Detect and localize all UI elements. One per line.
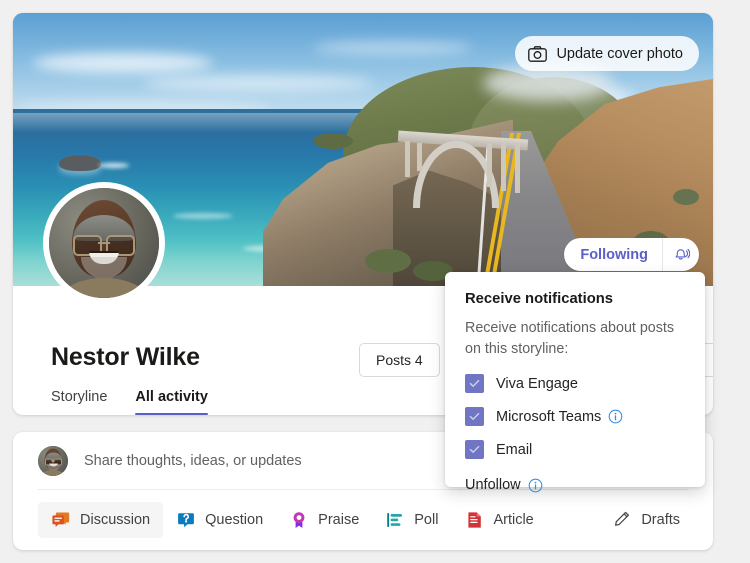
- page-title: Nestor Wilke: [51, 343, 200, 372]
- viva-engage-label: Viva Engage: [496, 376, 578, 392]
- profile-tabs: Storyline All activity: [51, 389, 208, 415]
- post-type-discussion-label: Discussion: [80, 512, 150, 528]
- post-type-row: Discussion Question Praise: [13, 490, 713, 550]
- article-icon: [464, 510, 484, 530]
- popup-title: Receive notifications: [465, 291, 685, 307]
- avatar[interactable]: [43, 182, 165, 304]
- camera-icon: [528, 46, 547, 62]
- bridge-pier: [515, 143, 520, 193]
- pencil-icon: [613, 510, 633, 530]
- update-cover-photo-label: Update cover photo: [556, 46, 683, 62]
- notification-option-label: Viva Engage: [496, 376, 578, 392]
- email-label: Email: [496, 442, 532, 458]
- bridge-pier: [417, 143, 422, 171]
- post-type-praise[interactable]: Praise: [276, 502, 372, 538]
- bridge-pier: [501, 143, 506, 191]
- post-type-discussion[interactable]: Discussion: [38, 502, 163, 538]
- notification-option-viva-engage[interactable]: Viva Engage: [465, 374, 685, 393]
- cloud: [143, 75, 373, 91]
- drafts-label: Drafts: [641, 512, 680, 528]
- checkbox-checked[interactable]: [465, 440, 484, 459]
- notification-option-email[interactable]: Email: [465, 440, 685, 459]
- popup-subtitle: Receive notifications about posts on thi…: [465, 318, 685, 359]
- notification-option-microsoft-teams[interactable]: Microsoft Teams: [465, 407, 685, 426]
- posts-count-label: Posts 4: [376, 352, 423, 368]
- unfollow-button[interactable]: Unfollow: [465, 477, 685, 493]
- receive-notifications-popup: Receive notifications Receive notificati…: [445, 272, 705, 487]
- praise-icon: [289, 510, 309, 530]
- avatar-small: [38, 446, 68, 476]
- cloud: [33, 53, 213, 73]
- microsoft-teams-label: Microsoft Teams: [496, 409, 601, 425]
- post-type-article-label: Article: [493, 512, 533, 528]
- shrub: [673, 189, 699, 205]
- info-icon[interactable]: [528, 478, 543, 493]
- post-type-article[interactable]: Article: [451, 502, 546, 538]
- bell-with-sound-icon[interactable]: [662, 238, 699, 271]
- sea-rock: [59, 155, 101, 171]
- notification-option-label: Email: [496, 442, 532, 458]
- avatar-glasses: [73, 235, 135, 252]
- discussion-icon: [51, 510, 71, 530]
- update-cover-photo-button[interactable]: Update cover photo: [515, 36, 699, 71]
- post-type-praise-label: Praise: [318, 512, 359, 528]
- post-type-poll-label: Poll: [414, 512, 438, 528]
- posts-count-button[interactable]: Posts 4: [359, 343, 440, 377]
- checkbox-checked[interactable]: [465, 374, 484, 393]
- shrub: [365, 249, 411, 273]
- checkbox-checked[interactable]: [465, 407, 484, 426]
- following-label[interactable]: Following: [564, 238, 662, 271]
- shrub: [313, 133, 353, 149]
- post-type-poll[interactable]: Poll: [372, 502, 451, 538]
- surf: [173, 213, 233, 219]
- surf: [99, 163, 129, 168]
- poll-icon: [385, 510, 405, 530]
- drafts-button[interactable]: Drafts: [613, 510, 688, 530]
- post-type-question[interactable]: Question: [163, 502, 276, 538]
- unfollow-label: Unfollow: [465, 477, 521, 493]
- bridge-pier: [405, 141, 410, 177]
- info-icon[interactable]: [608, 409, 623, 424]
- cloud: [313, 41, 473, 55]
- following-button-group[interactable]: Following: [564, 238, 699, 271]
- question-icon: [176, 510, 196, 530]
- avatar-face: [72, 200, 136, 278]
- tab-all-activity[interactable]: All activity: [135, 389, 208, 415]
- bridge-pier: [487, 143, 492, 187]
- notification-option-label: Microsoft Teams: [496, 409, 623, 425]
- composer-placeholder[interactable]: Share thoughts, ideas, or updates: [84, 453, 302, 469]
- post-type-question-label: Question: [205, 512, 263, 528]
- tab-storyline[interactable]: Storyline: [51, 389, 107, 415]
